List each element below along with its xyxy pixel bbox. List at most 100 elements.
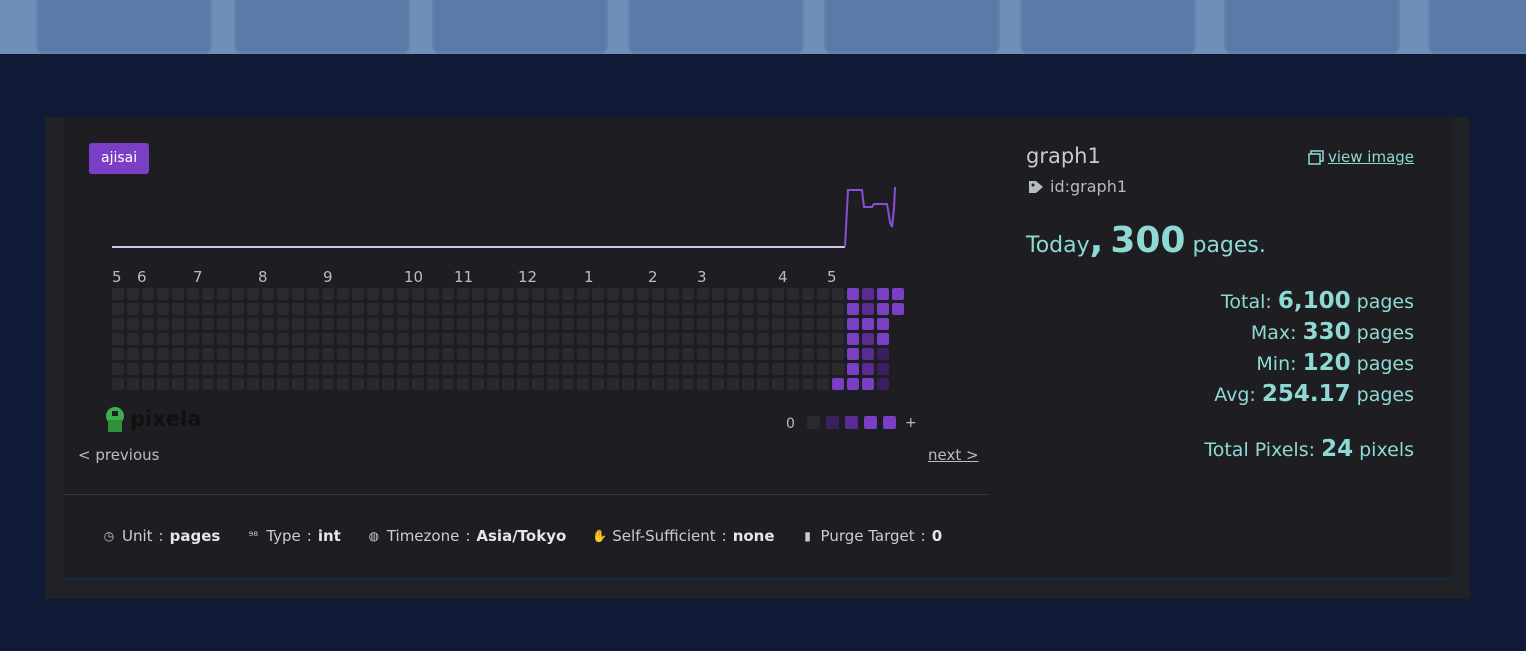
pixel-cell[interactable] <box>772 318 784 330</box>
pixel-cell[interactable] <box>652 363 664 375</box>
pixel-cell[interactable] <box>652 303 664 315</box>
pixel-cell[interactable] <box>352 303 364 315</box>
pixel-cell[interactable] <box>562 378 574 390</box>
pixel-cell[interactable] <box>262 348 274 360</box>
pixel-cell[interactable] <box>232 333 244 345</box>
pixel-cell[interactable] <box>472 363 484 375</box>
pixel-cell[interactable] <box>487 288 499 300</box>
pixel-cell[interactable] <box>532 333 544 345</box>
pixel-cell[interactable] <box>832 318 844 330</box>
pixel-cell[interactable] <box>217 348 229 360</box>
pixel-cell[interactable] <box>307 303 319 315</box>
pixel-cell[interactable] <box>472 333 484 345</box>
pixel-cell[interactable] <box>127 348 139 360</box>
pixel-cell[interactable] <box>442 333 454 345</box>
pixel-cell[interactable] <box>592 363 604 375</box>
view-image-link[interactable]: view image <box>1308 148 1414 166</box>
pixel-cell[interactable] <box>772 333 784 345</box>
pixel-cell[interactable] <box>157 288 169 300</box>
pixel-cell[interactable] <box>142 363 154 375</box>
pixel-cell[interactable] <box>607 348 619 360</box>
pixel-cell[interactable] <box>742 318 754 330</box>
pixel-cell[interactable] <box>562 333 574 345</box>
pixel-cell[interactable] <box>532 378 544 390</box>
pixel-cell[interactable] <box>457 378 469 390</box>
pixel-cell[interactable] <box>832 333 844 345</box>
pixel-cell[interactable] <box>172 333 184 345</box>
pixel-cell[interactable] <box>457 318 469 330</box>
pixel-cell[interactable] <box>247 318 259 330</box>
pixel-cell[interactable] <box>577 333 589 345</box>
pixel-cell[interactable] <box>352 378 364 390</box>
pixel-cell[interactable] <box>727 348 739 360</box>
pixel-cell[interactable] <box>577 378 589 390</box>
pixel-cell[interactable] <box>862 363 874 375</box>
pixel-cell[interactable] <box>157 363 169 375</box>
pixel-cell[interactable] <box>757 303 769 315</box>
pixel-cell[interactable] <box>367 303 379 315</box>
pixel-cell[interactable] <box>682 378 694 390</box>
pixel-cell[interactable] <box>547 318 559 330</box>
pixel-cell[interactable] <box>142 303 154 315</box>
pixel-cell[interactable] <box>487 318 499 330</box>
pixel-cell[interactable] <box>667 348 679 360</box>
pixel-cell[interactable] <box>607 288 619 300</box>
previous-link[interactable]: < previous <box>78 446 159 464</box>
pixel-cell[interactable] <box>517 303 529 315</box>
pixel-cell[interactable] <box>412 333 424 345</box>
pixel-cell[interactable] <box>607 318 619 330</box>
pixel-cell[interactable] <box>832 303 844 315</box>
pixel-cell[interactable] <box>652 318 664 330</box>
pixel-cell[interactable] <box>712 288 724 300</box>
pixel-cell[interactable] <box>742 348 754 360</box>
pixel-cell[interactable] <box>352 363 364 375</box>
pixel-cell[interactable] <box>487 348 499 360</box>
pixel-cell[interactable] <box>772 378 784 390</box>
pixel-cell[interactable] <box>832 288 844 300</box>
pixel-cell[interactable] <box>322 318 334 330</box>
pixel-cell[interactable] <box>442 288 454 300</box>
pixel-cell[interactable] <box>817 303 829 315</box>
pixel-cell[interactable] <box>877 288 889 300</box>
pixel-cell[interactable] <box>892 288 904 300</box>
pixel-cell[interactable] <box>742 333 754 345</box>
pixel-cell[interactable] <box>862 303 874 315</box>
pixel-cell[interactable] <box>502 303 514 315</box>
pixel-cell[interactable] <box>157 348 169 360</box>
pixel-cell[interactable] <box>682 288 694 300</box>
pixel-cell[interactable] <box>712 363 724 375</box>
pixel-cell[interactable] <box>187 288 199 300</box>
pixel-cell[interactable] <box>457 303 469 315</box>
pixel-cell[interactable] <box>217 288 229 300</box>
pixel-cell[interactable] <box>787 378 799 390</box>
pixel-cell[interactable] <box>427 348 439 360</box>
pixel-cell[interactable] <box>292 333 304 345</box>
pixel-cell[interactable] <box>397 303 409 315</box>
pixel-cell[interactable] <box>607 378 619 390</box>
pixel-cell[interactable] <box>532 363 544 375</box>
pixel-cell[interactable] <box>367 348 379 360</box>
pixel-cell[interactable] <box>187 378 199 390</box>
pixel-cell[interactable] <box>307 348 319 360</box>
pixel-cell[interactable] <box>517 333 529 345</box>
pixel-cell[interactable] <box>862 333 874 345</box>
pixel-cell[interactable] <box>367 318 379 330</box>
pixel-cell[interactable] <box>532 303 544 315</box>
pixel-cell[interactable] <box>562 318 574 330</box>
pixel-cell[interactable] <box>322 333 334 345</box>
pixel-cell[interactable] <box>682 333 694 345</box>
pixel-cell[interactable] <box>622 303 634 315</box>
pixel-cell[interactable] <box>337 318 349 330</box>
pixel-cell[interactable] <box>307 288 319 300</box>
pixel-cell[interactable] <box>187 333 199 345</box>
pixel-cell[interactable] <box>277 363 289 375</box>
pixel-cell[interactable] <box>577 363 589 375</box>
pixel-cell[interactable] <box>172 378 184 390</box>
pixel-cell[interactable] <box>622 378 634 390</box>
pixel-cell[interactable] <box>412 363 424 375</box>
pixel-cell[interactable] <box>712 378 724 390</box>
pixel-cell[interactable] <box>472 288 484 300</box>
pixel-cell[interactable] <box>697 363 709 375</box>
pixel-cell[interactable] <box>577 318 589 330</box>
pixel-cell[interactable] <box>457 348 469 360</box>
